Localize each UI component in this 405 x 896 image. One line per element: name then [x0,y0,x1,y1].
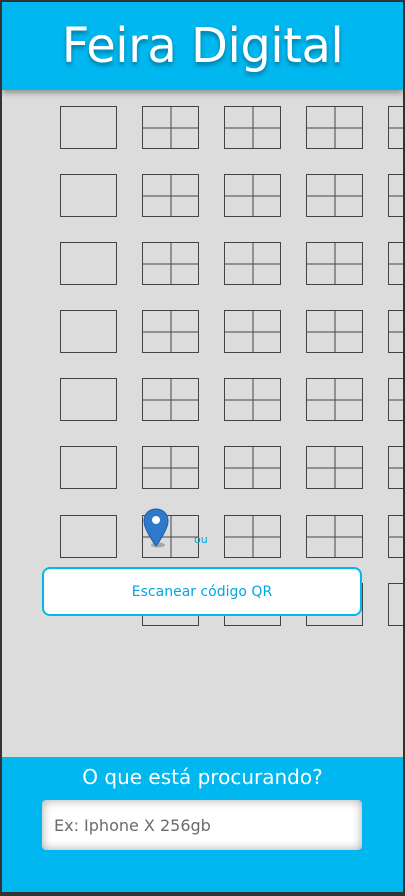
fair-map [2,90,403,650]
stall[interactable] [142,106,199,149]
stall[interactable] [306,446,363,489]
stall[interactable] [388,515,403,558]
stall[interactable] [388,378,403,421]
stall[interactable] [306,106,363,149]
stall[interactable] [142,174,199,217]
stall[interactable] [306,242,363,285]
scan-qr-button[interactable]: Escanear código QR [42,567,362,616]
stall[interactable] [224,378,281,421]
stall[interactable] [388,174,403,217]
stall[interactable] [142,242,199,285]
stall[interactable] [388,242,403,285]
search-heading: O que está procurando? [82,765,323,789]
stall[interactable] [388,583,403,626]
stall[interactable] [60,310,117,353]
or-separator: ou [194,533,208,546]
stall[interactable] [224,515,281,558]
search-panel: O que está procurando? [2,757,403,892]
stall[interactable] [142,446,199,489]
app-title: Feira Digital [61,18,344,74]
stall[interactable] [224,446,281,489]
stall[interactable] [306,378,363,421]
stall[interactable] [60,106,117,149]
app-frame: Feira Digital ou Escanear código QR O qu… [2,2,403,892]
stall[interactable] [224,106,281,149]
stall[interactable] [388,446,403,489]
stall[interactable] [142,310,199,353]
location-pin-icon[interactable] [143,508,169,548]
stall[interactable] [224,174,281,217]
stall[interactable] [60,446,117,489]
scan-qr-label: Escanear código QR [131,583,273,600]
stall[interactable] [306,310,363,353]
stall[interactable] [60,174,117,217]
stall[interactable] [60,515,117,558]
stall[interactable] [224,242,281,285]
search-input[interactable] [42,800,362,850]
stall[interactable] [142,378,199,421]
stall[interactable] [388,310,403,353]
stall[interactable] [224,310,281,353]
stall[interactable] [306,174,363,217]
stall[interactable] [60,378,117,421]
stall[interactable] [388,106,403,149]
stall[interactable] [306,515,363,558]
app-header: Feira Digital [2,2,403,90]
stall[interactable] [60,242,117,285]
